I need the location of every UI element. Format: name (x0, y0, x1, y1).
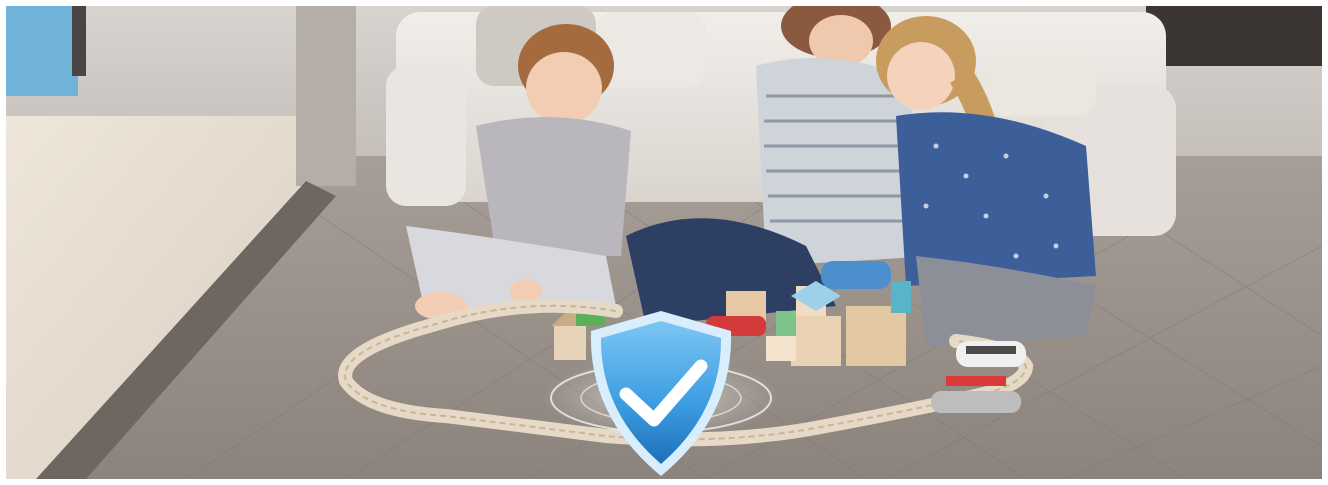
living-room-scene (6, 6, 1322, 479)
window-glass (6, 6, 78, 96)
tv-cabinet (1146, 6, 1322, 66)
hero-image (6, 6, 1322, 479)
cushion (986, 56, 1096, 116)
pillar (296, 6, 356, 186)
